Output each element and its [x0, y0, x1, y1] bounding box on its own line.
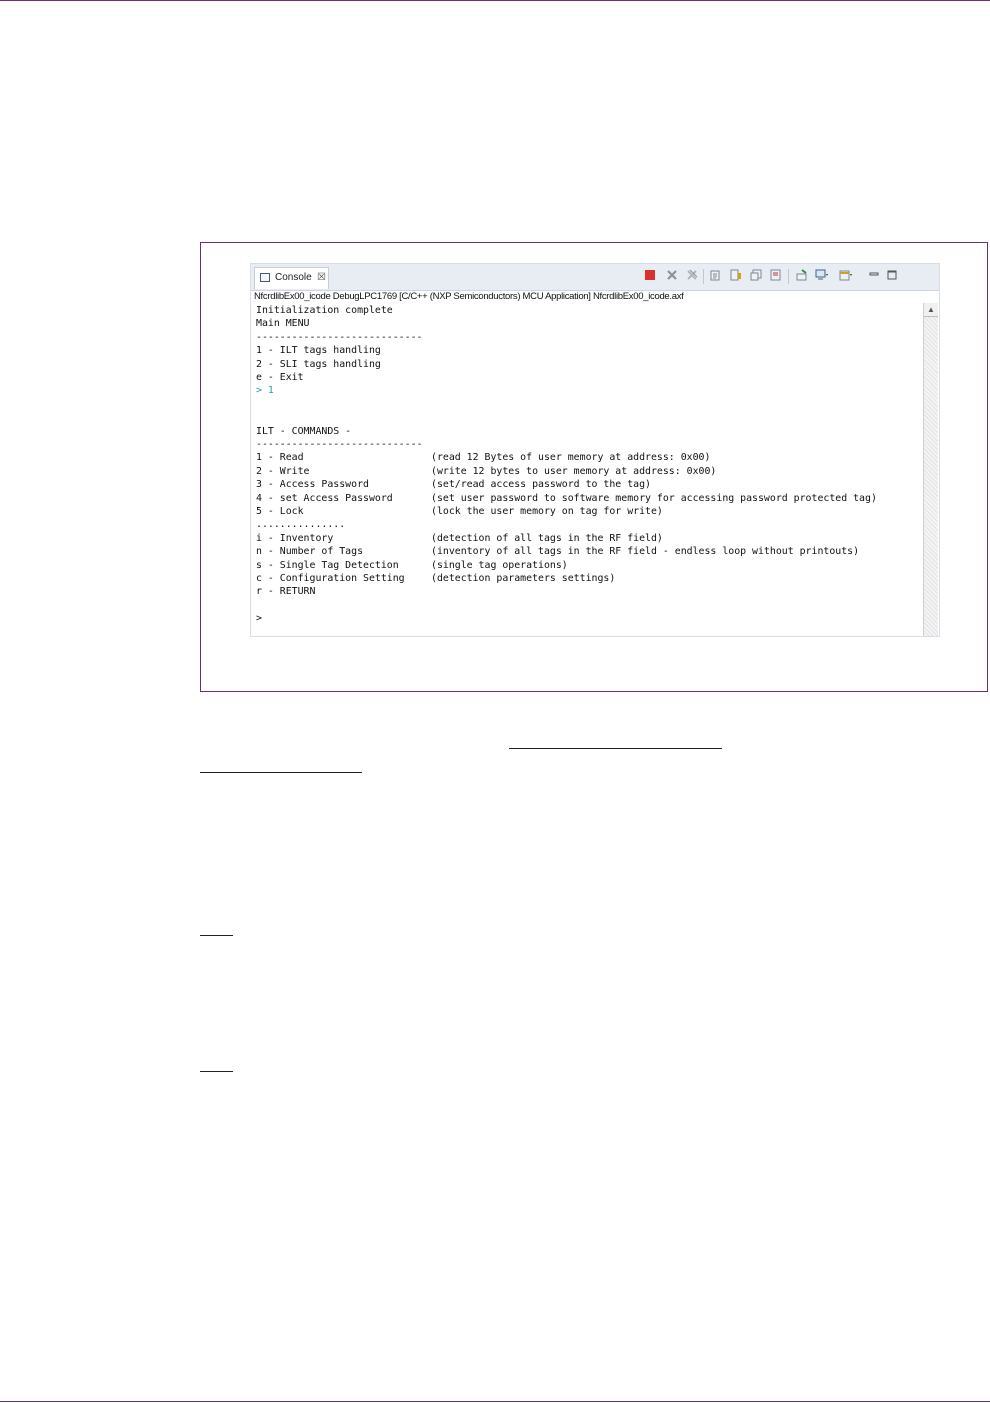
console-line: Main MENU	[256, 318, 310, 330]
terminate-icon[interactable]	[643, 269, 657, 283]
tab-console[interactable]: Console ☒	[254, 267, 329, 289]
console-line: > 1	[256, 384, 274, 397]
scroll-up-icon[interactable]: ▲	[924, 303, 938, 317]
note-label-underline	[200, 1071, 233, 1072]
console-icon	[260, 273, 270, 282]
menu-option-description: (set user password to software memory fo…	[431, 492, 877, 504]
menu-option-description: (single tag operations)	[431, 559, 568, 571]
console-launch-description: NfcrdlibEx00_icode DebugLPC1769 [C/C++ (…	[254, 291, 684, 302]
prompt-symbol: >	[256, 385, 268, 397]
display-selected-console-icon[interactable]	[815, 269, 829, 283]
remove-all-icon[interactable]	[685, 269, 699, 283]
scroll-lock-icon[interactable]	[729, 269, 743, 283]
top-rule	[0, 0, 990, 1]
hyperlink-underline	[509, 748, 722, 749]
menu-option: 4 - set Access Password	[256, 492, 393, 504]
menu-option-description: (set/read access password to the tag)	[431, 479, 651, 491]
pin-console-icon[interactable]	[795, 269, 809, 283]
toolbar-separator	[703, 269, 704, 284]
minimize-icon[interactable]	[867, 269, 881, 283]
maximize-icon[interactable]	[885, 269, 899, 283]
menu-option: 5 - Lock	[256, 506, 304, 517]
menu-option: n - Number of Tags	[256, 546, 364, 558]
menu-option: c - Configuration Setting	[256, 573, 405, 584]
console-line: Initialization complete	[256, 305, 393, 316]
console-line: >	[256, 613, 262, 625]
vertical-scrollbar[interactable]: ▲	[923, 303, 938, 636]
menu-option: i - Inventory	[256, 532, 334, 544]
menu-option: 2 - Write	[256, 465, 310, 477]
menu-option: s - Single Tag Detection	[256, 559, 399, 571]
console-line: 2 - SLI tags handling	[256, 358, 381, 370]
menu-option: 3 - Access Password	[256, 479, 369, 491]
console-line: ----------------------------	[256, 439, 423, 450]
clear-console-icon[interactable]	[709, 269, 723, 283]
menu-option-description: (lock the user memory on tag for write)	[431, 506, 663, 517]
console-line: ----------------------------	[256, 331, 423, 343]
console-titlebar: Console ☒	[251, 264, 939, 291]
menu-option-description: (write 12 bytes to user memory at addres…	[431, 465, 717, 477]
user-input: 1	[267, 385, 274, 397]
show-on-output-icon[interactable]	[769, 269, 783, 283]
menu-option-description: (detection of all tags in the RF field)	[431, 532, 663, 544]
word-wrap-icon[interactable]	[749, 269, 763, 283]
remove-launch-icon[interactable]	[665, 269, 679, 283]
menu-option-description: (read 12 Bytes of user memory at address…	[431, 452, 711, 464]
note-label-underline	[200, 935, 233, 936]
console-view: Console ☒ NfcrdlibEx00_icode DebugLPC176…	[250, 263, 940, 637]
console-line: ...............	[256, 519, 346, 531]
console-line: r - RETURN	[256, 586, 316, 598]
console-line: e - Exit	[256, 372, 304, 383]
console-output[interactable]: Initialization complete Main MENU --------…	[256, 304, 916, 634]
close-icon[interactable]: ☒	[317, 268, 326, 288]
console-line: 1 - ILT tags handling	[256, 345, 381, 357]
open-console-icon[interactable]	[839, 269, 853, 283]
hyperlink-underline	[200, 772, 362, 773]
toolbar-separator	[788, 269, 789, 284]
menu-option-description: (detection parameters settings)	[431, 573, 616, 584]
menu-option-description: (inventory of all tags in the RF field -…	[431, 546, 860, 558]
tab-console-label: Console	[275, 272, 312, 283]
bottom-rule	[0, 1401, 990, 1402]
menu-option: 1 - Read	[256, 452, 304, 464]
console-line: ILT - COMMANDS -	[256, 425, 352, 437]
